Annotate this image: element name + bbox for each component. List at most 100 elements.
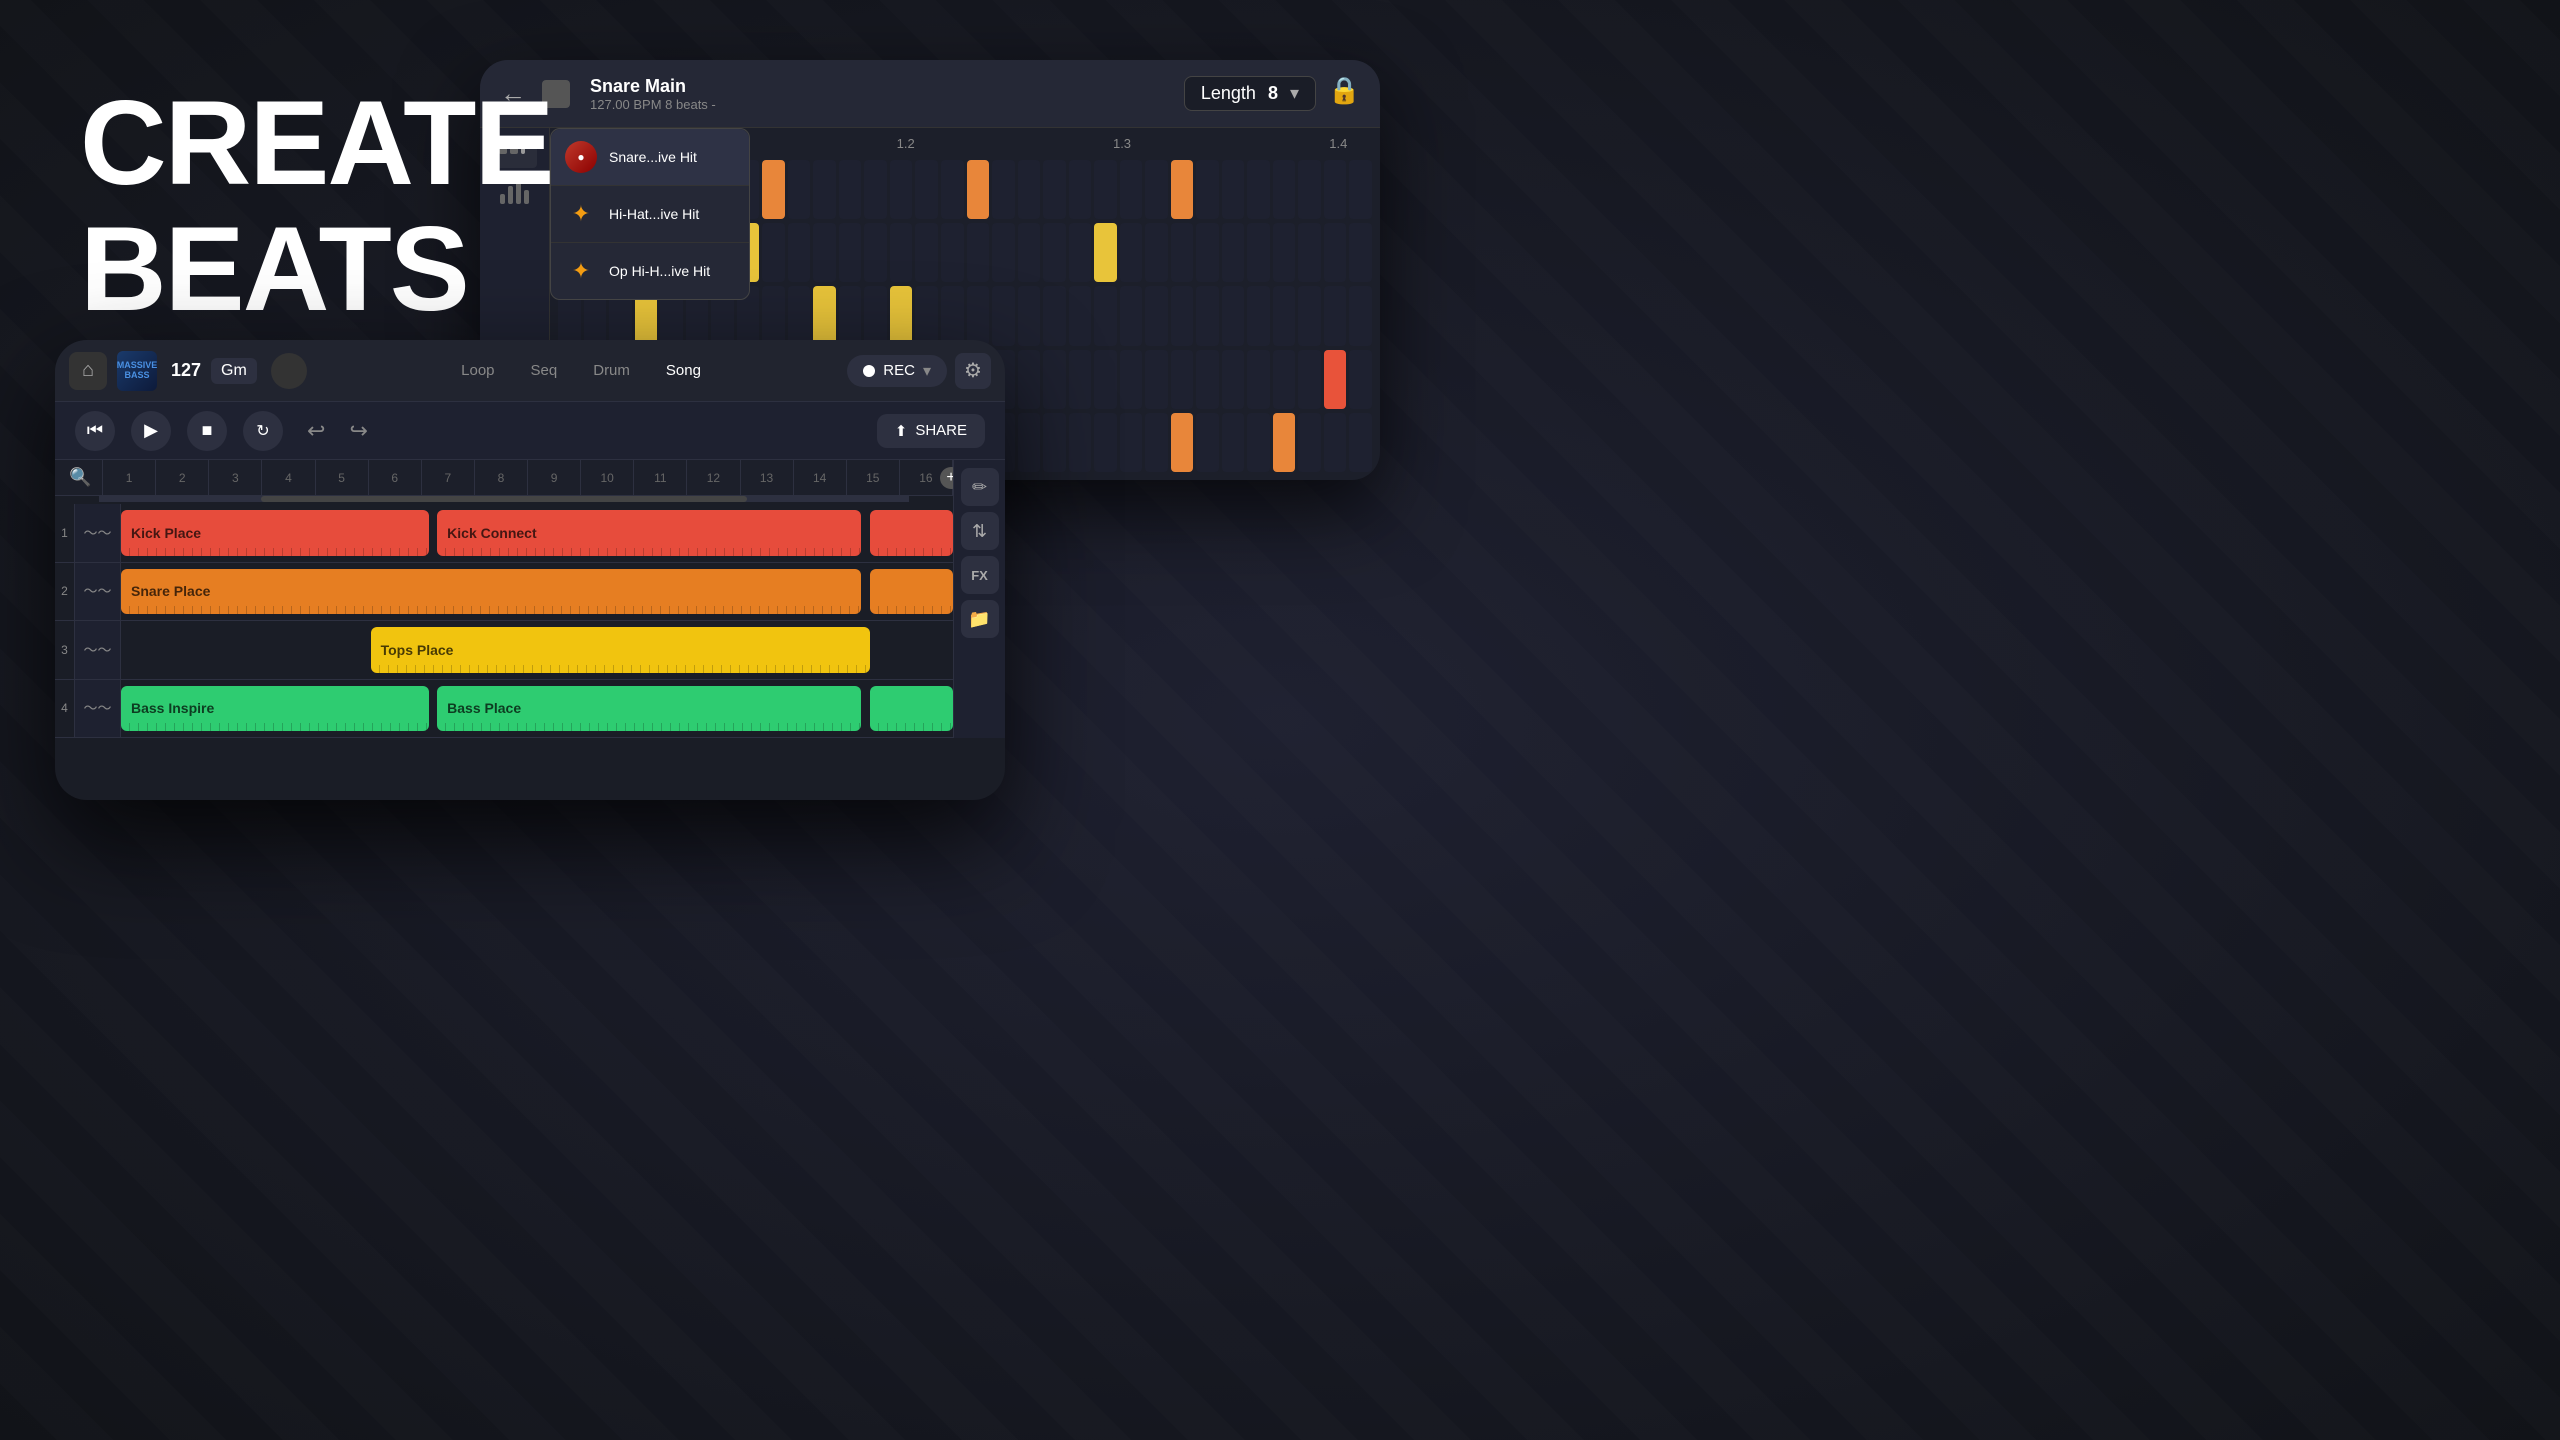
dm-cell[interactable] [1171, 350, 1194, 409]
dm-cell[interactable] [1298, 413, 1321, 472]
dm-cell[interactable] [1043, 223, 1066, 282]
daw-rec-button[interactable]: REC ▾ [847, 355, 947, 387]
dm-cell[interactable] [992, 160, 1015, 219]
transport-undo[interactable]: ↩ [307, 418, 325, 444]
dm-cell[interactable] [1145, 160, 1168, 219]
dm-cell[interactable] [762, 223, 785, 282]
dm-cell[interactable] [1196, 413, 1219, 472]
dm-cell[interactable] [1069, 350, 1092, 409]
dm-cell[interactable] [813, 286, 836, 345]
dm-cell[interactable] [1324, 350, 1347, 409]
dm-cell[interactable] [788, 160, 811, 219]
dm-cell[interactable] [1043, 286, 1066, 345]
tab-drum[interactable]: Drum [575, 356, 648, 385]
clip-bass-inspire[interactable]: Bass Inspire [121, 686, 429, 732]
dm-cell[interactable] [1273, 350, 1296, 409]
dm-cell[interactable] [967, 160, 990, 219]
dm-cell[interactable] [890, 286, 913, 345]
dm-length-control[interactable]: Length 8 ▾ [1184, 76, 1316, 111]
dm-cell[interactable] [1349, 350, 1372, 409]
dm-cell[interactable] [1145, 413, 1168, 472]
dm-cell[interactable] [1043, 160, 1066, 219]
dm-cell[interactable] [1222, 413, 1245, 472]
dm-cell[interactable] [1018, 223, 1041, 282]
dm-cell[interactable] [1145, 223, 1168, 282]
dm-cell[interactable] [1273, 286, 1296, 345]
dm-cell[interactable] [1094, 223, 1117, 282]
dm-cell[interactable] [1324, 160, 1347, 219]
dm-cell[interactable] [1069, 223, 1092, 282]
clip-tops-place[interactable]: Tops Place [371, 627, 870, 673]
dm-cell[interactable] [992, 286, 1015, 345]
dm-cell[interactable] [1171, 413, 1194, 472]
clip-kick-connect[interactable]: Kick Connect [437, 510, 861, 556]
transport-play[interactable]: ▶ [131, 411, 171, 451]
dm-cell[interactable] [839, 160, 862, 219]
dm-cell[interactable] [1273, 160, 1296, 219]
dm-cell[interactable] [941, 223, 964, 282]
daw-home-button[interactable]: ⌂ [69, 352, 107, 390]
clip-kick-place[interactable]: Kick Place [121, 510, 429, 556]
dm-cell[interactable] [1349, 286, 1372, 345]
transport-stop[interactable]: ■ [187, 411, 227, 451]
dm-cell[interactable] [788, 223, 811, 282]
dm-cell[interactable] [1069, 413, 1092, 472]
dm-cell[interactable] [1094, 413, 1117, 472]
daw-files-button[interactable]: 📁 [961, 600, 999, 638]
tab-seq[interactable]: Seq [513, 356, 576, 385]
transport-redo[interactable]: ↪ [349, 418, 367, 444]
dm-cell[interactable] [1247, 160, 1270, 219]
dm-cell[interactable] [1018, 286, 1041, 345]
dm-cell[interactable] [1349, 413, 1372, 472]
transport-rewind[interactable]: ⏮ [75, 411, 115, 451]
dm-cell[interactable] [1120, 413, 1143, 472]
daw-edit-button[interactable]: ✏ [961, 468, 999, 506]
dm-cell[interactable] [1247, 413, 1270, 472]
dm-cell[interactable] [1222, 160, 1245, 219]
instrument-item-ophi[interactable]: ✦ Op Hi-H...ive Hit [551, 243, 749, 299]
dm-cell[interactable] [1018, 350, 1041, 409]
dm-cell[interactable] [1273, 413, 1296, 472]
daw-mixer-button[interactable]: ⇅ [961, 512, 999, 550]
dm-cell[interactable] [1171, 286, 1194, 345]
dm-cell[interactable] [1196, 223, 1219, 282]
dm-cell[interactable] [839, 286, 862, 345]
dm-cell[interactable] [1120, 160, 1143, 219]
daw-tempo-icon[interactable] [271, 353, 307, 389]
dm-cell[interactable] [1196, 350, 1219, 409]
clip-bass-overflow[interactable] [870, 686, 953, 732]
dm-cell[interactable] [1196, 286, 1219, 345]
dm-cell[interactable] [1273, 223, 1296, 282]
dm-cell[interactable] [1222, 350, 1245, 409]
dm-cell[interactable] [1324, 286, 1347, 345]
tab-loop[interactable]: Loop [443, 356, 512, 385]
dm-cell[interactable] [1349, 160, 1372, 219]
tab-song[interactable]: Song [648, 356, 719, 385]
dm-cell[interactable] [1120, 223, 1143, 282]
daw-key[interactable]: Gm [211, 358, 257, 384]
dm-cell[interactable] [915, 286, 938, 345]
dm-cell[interactable] [890, 223, 913, 282]
dm-cell[interactable] [864, 286, 887, 345]
dm-cell[interactable] [1349, 223, 1372, 282]
dm-cell[interactable] [839, 223, 862, 282]
dm-cell[interactable] [1247, 223, 1270, 282]
clip-snare-overflow[interactable] [870, 569, 953, 615]
dm-cell[interactable] [788, 286, 811, 345]
dm-cell[interactable] [1298, 286, 1321, 345]
dm-cell[interactable] [992, 223, 1015, 282]
dm-cell[interactable] [762, 286, 785, 345]
dm-cell[interactable] [1018, 160, 1041, 219]
clip-bass-place[interactable]: Bass Place [437, 686, 861, 732]
dm-cell[interactable] [864, 223, 887, 282]
dm-cell[interactable] [1324, 413, 1347, 472]
dm-cell[interactable] [1043, 413, 1066, 472]
daw-search-button[interactable]: 🔍 [59, 460, 103, 495]
dm-cell[interactable] [915, 160, 938, 219]
dm-cell[interactable] [1247, 350, 1270, 409]
dm-cell[interactable] [967, 223, 990, 282]
dm-cell[interactable] [1324, 223, 1347, 282]
dm-cell[interactable] [915, 223, 938, 282]
dm-cell[interactable] [1145, 350, 1168, 409]
instrument-item-hihat[interactable]: ✦ Hi-Hat...ive Hit [551, 186, 749, 243]
